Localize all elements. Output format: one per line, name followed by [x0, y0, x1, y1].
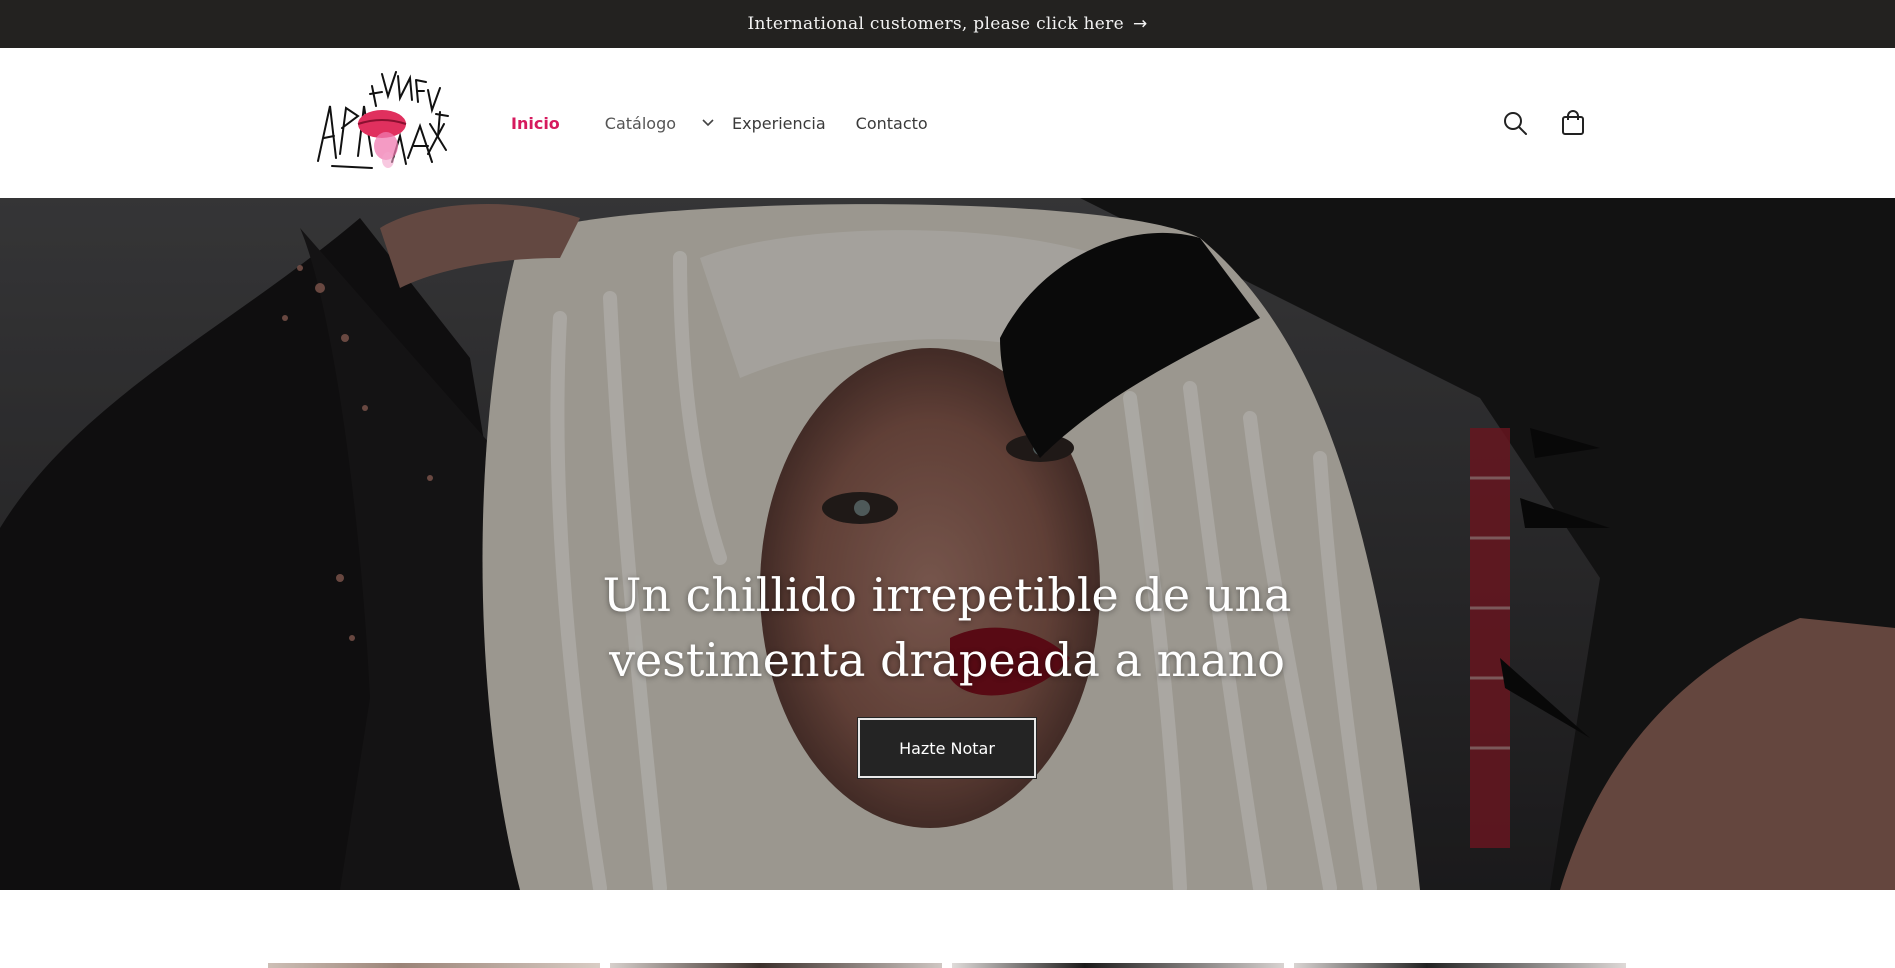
nav-inicio[interactable]: Inicio: [511, 114, 560, 133]
site-header: Inicio Catálogo Experiencia Contacto: [0, 48, 1895, 198]
hero-heading: Un chillido irrepetible de una vestiment…: [447, 563, 1447, 693]
hero-heading-line1: Un chillido irrepetible de una: [602, 568, 1292, 622]
product-card[interactable]: [610, 963, 942, 968]
product-card[interactable]: [268, 963, 600, 968]
main-nav: Inicio Catálogo Experiencia Contacto: [511, 48, 958, 198]
product-card[interactable]: [952, 963, 1284, 968]
nav-experiencia[interactable]: Experiencia: [732, 114, 826, 133]
hazte-notar-button[interactable]: Hazte Notar: [857, 717, 1037, 779]
nav-catalogo[interactable]: Catálogo: [605, 114, 714, 133]
product-card[interactable]: [1294, 963, 1626, 968]
chevron-down-icon: [702, 119, 714, 127]
hero-heading-line2: vestimenta drapeada a mano: [609, 633, 1285, 687]
announcement-bar[interactable]: International customers, please click he…: [0, 0, 1895, 48]
logo-graphic: [317, 71, 449, 169]
nav-contacto[interactable]: Contacto: [856, 114, 928, 133]
hero-banner: Un chillido irrepetible de una vestiment…: [0, 198, 1895, 890]
search-icon[interactable]: [1500, 108, 1530, 138]
arrow-right-icon: →: [1132, 14, 1148, 34]
nav-catalogo-label: Catálogo: [604, 113, 677, 133]
header-actions: [1500, 108, 1588, 138]
product-grid: [268, 963, 1626, 968]
announcement-text[interactable]: International customers, please click he…: [748, 14, 1124, 34]
hero-content: Un chillido irrepetible de una vestiment…: [0, 198, 1895, 890]
brand-logo[interactable]: [312, 66, 454, 176]
cart-icon[interactable]: [1558, 108, 1588, 138]
